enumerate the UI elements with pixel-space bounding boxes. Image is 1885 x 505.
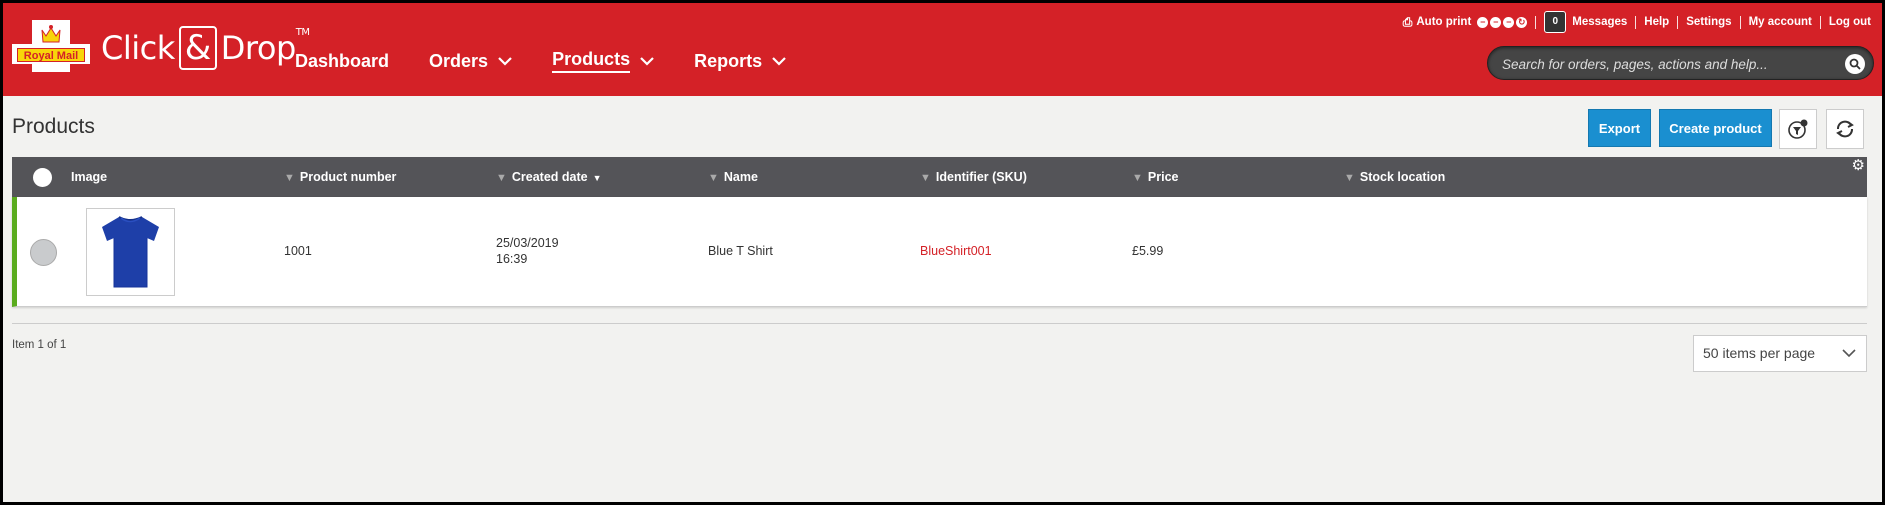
brand-left: Click (101, 29, 175, 67)
chevron-down-icon (772, 53, 786, 69)
product-number-cell: 1001 (284, 244, 312, 258)
column-header-name[interactable]: ▼ Name (708, 157, 758, 197)
divider (1677, 15, 1679, 29)
column-label: Created date (511, 170, 588, 184)
search-icon[interactable] (1845, 54, 1865, 74)
filter-icon[interactable]: ▼ (920, 172, 931, 184)
column-header-stock-location[interactable]: ▼ Stock location (1344, 157, 1445, 197)
royal-mail-logo[interactable]: Royal Mail (12, 20, 90, 72)
settings-link[interactable]: Settings (1686, 16, 1731, 28)
column-header-image: Image (71, 157, 107, 197)
auto-print-label[interactable]: Auto print (1416, 16, 1471, 28)
column-label: Image (71, 170, 108, 184)
divider (1739, 15, 1741, 29)
created-time: 16:39 (496, 252, 528, 266)
printer-icon: ⎙ (1402, 14, 1413, 29)
column-label: Price (1147, 170, 1179, 184)
table-row[interactable]: 1001 25/03/2019 16:39 Blue T Shirt BlueS… (12, 197, 1867, 307)
sort-descending-icon[interactable]: ▼ (593, 173, 602, 183)
nav-orders-label: Orders (429, 50, 489, 71)
price-cell: £5.99 (1132, 244, 1164, 258)
nav-dashboard[interactable]: Dashboard (295, 49, 389, 73)
filter-gear-icon (1788, 119, 1808, 139)
tshirt-image (102, 216, 159, 288)
brand-amp: & (178, 26, 217, 70)
refresh-icon (1836, 120, 1854, 138)
search-input[interactable] (1502, 54, 1832, 74)
filter-icon[interactable]: ▼ (1344, 172, 1355, 184)
sku-link[interactable]: BlueShirt001 (920, 243, 992, 259)
column-header-product-number[interactable]: ▼ Product number (284, 157, 396, 197)
chevron-down-icon (1842, 336, 1856, 371)
filter-settings-button[interactable] (1779, 109, 1817, 149)
nav-orders[interactable]: Orders (429, 49, 512, 73)
my-account-link[interactable]: My account (1749, 16, 1812, 28)
nav-reports[interactable]: Reports (694, 49, 786, 73)
refresh-button[interactable] (1826, 109, 1864, 149)
items-per-page-value: 50 items per page (1703, 345, 1816, 361)
column-label: Name (723, 170, 758, 184)
log-out-link[interactable]: Log out (1829, 16, 1871, 28)
filter-icon[interactable]: ▼ (496, 172, 507, 184)
brand-wordmark[interactable]: Click & Drop TM (101, 25, 310, 71)
divider (1635, 15, 1637, 29)
column-header-created-date[interactable]: ▼ Created date ▼ (496, 157, 602, 197)
brand-right: Drop (220, 29, 296, 67)
created-date-cell: 25/03/2019 16:39 (496, 235, 559, 267)
column-header-sku[interactable]: ▼ Identifier (SKU) (920, 157, 1027, 197)
messages-link[interactable]: Messages (1572, 16, 1627, 28)
select-all-radio[interactable] (33, 168, 52, 187)
chevron-down-icon (498, 53, 512, 69)
nav-products-label: Products (552, 49, 631, 73)
minus-circle-icon[interactable]: − (1477, 17, 1489, 28)
chevron-down-icon (640, 53, 654, 69)
created-date: 25/03/2019 (496, 236, 559, 250)
column-label: Product number (299, 170, 397, 184)
minus-circle-icon[interactable]: − (1503, 17, 1515, 28)
column-label: Identifier (SKU) (935, 170, 1027, 184)
nav-reports-label: Reports (694, 50, 763, 71)
filter-icon[interactable]: ▼ (284, 172, 295, 184)
gear-icon[interactable]: ⚙ (1852, 157, 1865, 175)
items-per-page-select[interactable]: 50 items per page (1693, 335, 1867, 372)
crown-icon (12, 20, 90, 72)
divider (1535, 15, 1537, 29)
row-select-radio[interactable] (30, 239, 57, 266)
create-product-button[interactable]: Create product (1659, 109, 1772, 147)
filter-icon[interactable]: ▼ (708, 172, 719, 184)
main-nav: Dashboard Orders Products Reports (295, 49, 826, 73)
refresh-circle-icon[interactable]: ↻ (1516, 17, 1528, 28)
export-button[interactable]: Export (1588, 109, 1651, 147)
utility-bar: ⎙ Auto print − − − ↻ 0 Messages Help Settin… (1403, 11, 1871, 33)
name-cell: Blue T Shirt (708, 244, 773, 258)
divider (1819, 15, 1821, 29)
filter-icon[interactable]: ▼ (1132, 172, 1143, 184)
minus-circle-icon[interactable]: − (1490, 17, 1502, 28)
nav-products[interactable]: Products (552, 49, 654, 73)
divider (12, 323, 1867, 324)
top-header: Royal Mail Click & Drop TM Dashboard Ord… (3, 3, 1882, 96)
logo-text: Royal Mail (17, 48, 85, 62)
product-thumbnail[interactable] (86, 208, 175, 296)
nav-dashboard-label: Dashboard (295, 50, 390, 71)
pagination-summary: Item 1 of 1 (12, 339, 67, 351)
brand-tm: TM (295, 27, 310, 38)
auto-print-controls: − − − ↻ (1475, 16, 1528, 28)
message-count-badge[interactable]: 0 (1544, 11, 1567, 33)
column-header-price[interactable]: ▼ Price (1132, 157, 1178, 197)
help-link[interactable]: Help (1644, 16, 1669, 28)
column-label: Stock location (1359, 170, 1446, 184)
table-header: Image ▼ Product number ▼ Created date ▼ ▼ Na… (12, 157, 1867, 197)
global-search (1487, 46, 1874, 80)
page-title: Products (12, 115, 95, 138)
app-window: Royal Mail Click & Drop TM Dashboard Ord… (3, 3, 1882, 502)
